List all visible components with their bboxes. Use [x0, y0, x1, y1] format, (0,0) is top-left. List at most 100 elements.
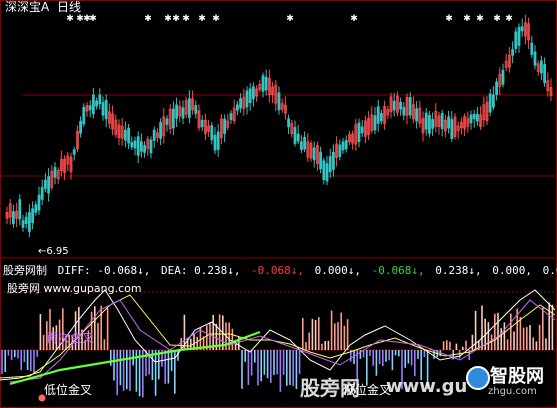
candle-body [472, 114, 476, 120]
candle-body [53, 167, 57, 178]
candle-body [251, 86, 255, 100]
candle-body [101, 102, 105, 116]
candle-body [514, 31, 518, 49]
candle-body [543, 64, 546, 84]
candle-body [95, 100, 98, 107]
candlesticks [5, 14, 553, 238]
star-marker: ✱ [164, 14, 172, 24]
candle-body [376, 106, 380, 124]
candle-body [399, 101, 403, 110]
candle-body [517, 26, 521, 46]
low-price-marker: ←6.95 [38, 246, 69, 257]
candle-body [210, 125, 214, 140]
candle-body [341, 141, 345, 151]
candle-body [27, 212, 31, 232]
candle-body [143, 145, 147, 153]
candle-body [98, 94, 102, 105]
star-marker: ✱ [463, 14, 471, 24]
star-marker: ✱ [66, 14, 74, 24]
candle-body [18, 199, 22, 220]
candle-body [440, 113, 444, 130]
candle-body [427, 115, 431, 134]
candle-body [124, 129, 127, 141]
candle-body [37, 194, 41, 211]
candle-body [239, 98, 243, 109]
chart-title: 深深宝A 日线 [5, 0, 81, 15]
candle-body [149, 139, 153, 154]
star-marker: ✱ [144, 14, 152, 24]
candle-body [127, 127, 130, 144]
star-marker: ✱ [212, 14, 220, 24]
candle-body [213, 134, 217, 151]
star-marker: ✱ [89, 14, 97, 24]
star-marker: ✱ [445, 14, 453, 24]
candle-body [24, 216, 28, 225]
logo-url: zhgu.com [488, 386, 537, 397]
candle-body [88, 105, 92, 111]
candle-body [229, 113, 233, 120]
candle-body [344, 140, 348, 150]
candle-body [181, 107, 185, 119]
candle-body [264, 76, 268, 91]
star-marker: ✱ [182, 14, 190, 24]
candle-body [31, 208, 35, 223]
candle-body [82, 106, 86, 125]
site-line: 股旁网 www.gupang.com [7, 282, 142, 295]
candle-body [303, 137, 307, 150]
candle-body [130, 142, 134, 148]
event-markers: ✱ ✱ ✱✱ ✱ ✱ ✱ ✱ ✱ ✱ ✱ ✱ ✱ ✱ ✱ ✱ ✱ [66, 14, 513, 24]
readout-value-4: -0.068↓, [365, 264, 425, 277]
candle-body [520, 26, 524, 32]
readout-value-3: 0.000↓, [308, 264, 362, 277]
candle-body [325, 163, 329, 182]
readout-value-6: 0.000, [485, 264, 532, 277]
candle-body [296, 133, 300, 142]
readout-value-0: DIFF: -0.068↓, [51, 264, 151, 277]
candle-body [194, 105, 198, 114]
candle-body [72, 149, 76, 155]
candle-body [469, 114, 473, 124]
readout-value-7: 0.000, [542, 264, 557, 277]
indicator-readout-bar: 股旁网制 DIFF: -0.068↓, DEA: 0.238↓, -0.068↓… [3, 262, 557, 278]
candle-body [133, 140, 137, 149]
candle-body [408, 97, 412, 116]
candle-body [491, 94, 495, 108]
candle-body [175, 104, 179, 119]
candle-body [475, 113, 479, 122]
candle-body [312, 147, 316, 161]
candle-body [402, 106, 406, 116]
candle-body [450, 119, 454, 140]
candle-body [47, 176, 50, 194]
star-marker: ✱ [505, 14, 513, 24]
candle-body [319, 151, 323, 170]
candle-body [322, 160, 326, 180]
candle-body [424, 112, 428, 130]
candle-body [200, 119, 204, 128]
candle-body [11, 211, 15, 225]
candle-body [104, 100, 108, 120]
watermark-left: 股旁网 [300, 376, 360, 400]
star-marker: ✱ [286, 14, 294, 24]
candle-body [223, 118, 227, 134]
star-marker: ✱ [476, 14, 484, 24]
star-marker: ✱ [350, 14, 358, 24]
star-marker: ✱ [493, 14, 501, 24]
candle-body [415, 108, 419, 122]
logo-text: 智股网 [490, 366, 544, 387]
candle-body [216, 131, 220, 150]
indicator-name: 股旁网制 [3, 264, 47, 277]
candle-body [293, 127, 297, 144]
candle-body [495, 81, 499, 95]
candle-body [159, 122, 163, 139]
candle-body [92, 94, 95, 115]
candle-body [373, 115, 377, 131]
candle-body [360, 126, 364, 134]
period-label: 日线 [57, 0, 82, 14]
logo-icon [466, 366, 490, 390]
watermark-logo: 智股网 zhgu.com [466, 362, 554, 406]
candle-body [34, 204, 38, 213]
readout-value-5: 0.238↓, [428, 264, 482, 277]
candle-body [187, 98, 191, 118]
candle-body [21, 220, 25, 228]
candle-body [277, 92, 281, 111]
